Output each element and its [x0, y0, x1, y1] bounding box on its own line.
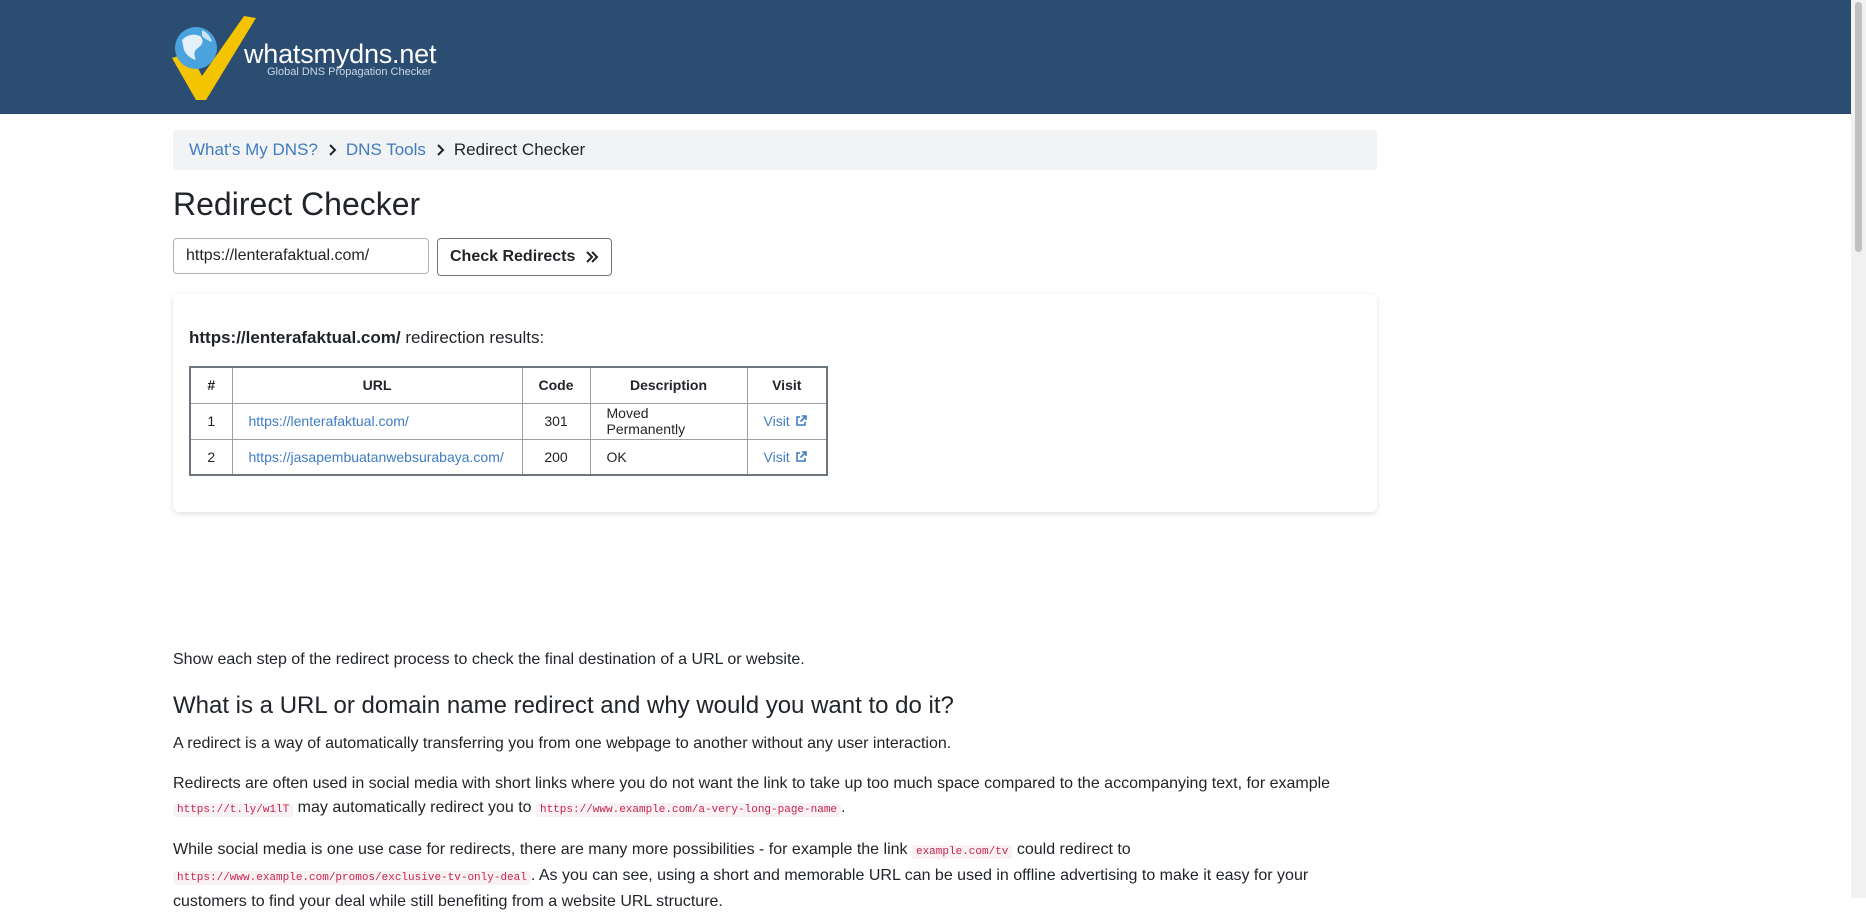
breadcrumb-link-whats-my-dns[interactable]: What's My DNS?	[189, 140, 318, 160]
breadcrumb-current: Redirect Checker	[453, 140, 586, 159]
row-description: OK	[589, 438, 748, 476]
column-header-description: Description	[589, 366, 748, 404]
code-long-link: https://www.example.com/a-very-long-page…	[535, 803, 842, 817]
paragraph-redirect-definition: A redirect is a way of automatically tra…	[173, 735, 952, 752]
text-span: may automatically redirect you to	[293, 799, 536, 816]
row-url-link[interactable]: https://lenterafaktual.com/	[249, 413, 409, 429]
text-span: could redirect to	[1012, 841, 1131, 858]
column-header-visit: Visit	[746, 366, 828, 404]
external-link-icon	[795, 450, 807, 462]
chevron-right-icon	[329, 144, 337, 156]
external-link-icon	[795, 415, 807, 426]
visit-link[interactable]: Visit	[764, 413, 807, 429]
row-num: 1	[189, 402, 233, 440]
row-url-cell: https://jasapembuatanwebsurabaya.com/	[231, 438, 523, 476]
url-input[interactable]	[173, 238, 429, 274]
row-status-code: 200	[521, 438, 591, 476]
article-content: Show each step of the redirect process t…	[173, 648, 1377, 914]
chevron-right-icon	[437, 144, 445, 156]
results-card: https://lenterafaktual.com/ redirection …	[173, 294, 1377, 512]
visit-link[interactable]: Visit	[764, 449, 807, 465]
paragraph-use-cases: While social media is one use case for r…	[173, 838, 1377, 914]
table-row: 1 https://lenterafaktual.com/ 301 Moved …	[189, 402, 828, 440]
page-title: Redirect Checker	[173, 186, 421, 222]
redirect-check-form: Check Redirects	[173, 238, 613, 276]
table-row: 2 https://jasapembuatanwebsurabaya.com/ …	[189, 438, 828, 476]
text-span: .	[841, 799, 846, 816]
queried-url: https://lenterafaktual.com/	[189, 328, 401, 347]
code-short-link: example.com/tv	[911, 845, 1013, 859]
brand-tagline: Global DNS Propagation Checker	[267, 66, 432, 78]
breadcrumb-link-dns-tools[interactable]: DNS Tools	[346, 140, 426, 160]
row-visit-cell: Visit	[746, 402, 828, 440]
site-logo[interactable]: whatsmydns.net Global DNS Propagation Ch…	[168, 14, 448, 102]
visit-label: Visit	[763, 413, 790, 429]
breadcrumb: What's My DNS? DNS Tools Redirect Checke…	[173, 130, 1377, 170]
row-url-link[interactable]: https://jasapembuatanwebsurabaya.com/	[249, 449, 504, 465]
check-redirects-label: Check Redirects	[450, 248, 576, 265]
row-status-code: 301	[521, 402, 591, 440]
text-span: While social media is one use case for r…	[173, 841, 912, 858]
double-chevron-right-icon	[586, 251, 599, 263]
section-heading: What is a URL or domain name redirect an…	[173, 692, 954, 719]
column-header-code: Code	[521, 366, 591, 404]
row-visit-cell: Visit	[746, 438, 828, 476]
paragraph-social-media: Redirects are often used in social media…	[173, 772, 1377, 822]
check-redirects-button[interactable]: Check Redirects	[437, 238, 613, 276]
scrollbar-thumb[interactable]	[1855, 2, 1862, 252]
row-description: Moved Permanently	[589, 402, 748, 440]
row-num: 2	[189, 438, 233, 476]
code-short-link: https://t.ly/w1lT	[173, 803, 294, 817]
column-header-num: #	[189, 366, 233, 404]
table-header-row: # URL Code Description Visit	[189, 366, 828, 404]
page-scrollbar[interactable]	[1851, 0, 1866, 898]
site-header: whatsmydns.net Global DNS Propagation Ch…	[0, 0, 1851, 114]
results-suffix: redirection results:	[400, 328, 545, 347]
code-long-link: https://www.example.com/promos/exclusive…	[173, 871, 531, 885]
results-summary: https://lenterafaktual.com/ redirection …	[189, 328, 544, 348]
column-header-url: URL	[231, 366, 523, 404]
visit-label: Visit	[763, 448, 790, 465]
row-url-cell: https://lenterafaktual.com/	[231, 402, 523, 440]
intro-paragraph: Show each step of the redirect process t…	[173, 651, 805, 668]
text-span: Redirects are often used in social media…	[173, 775, 1331, 792]
main-container: What's My DNS? DNS Tools Redirect Checke…	[173, 130, 1377, 512]
redirect-results-table: # URL Code Description Visit 1 https://l…	[189, 366, 828, 476]
